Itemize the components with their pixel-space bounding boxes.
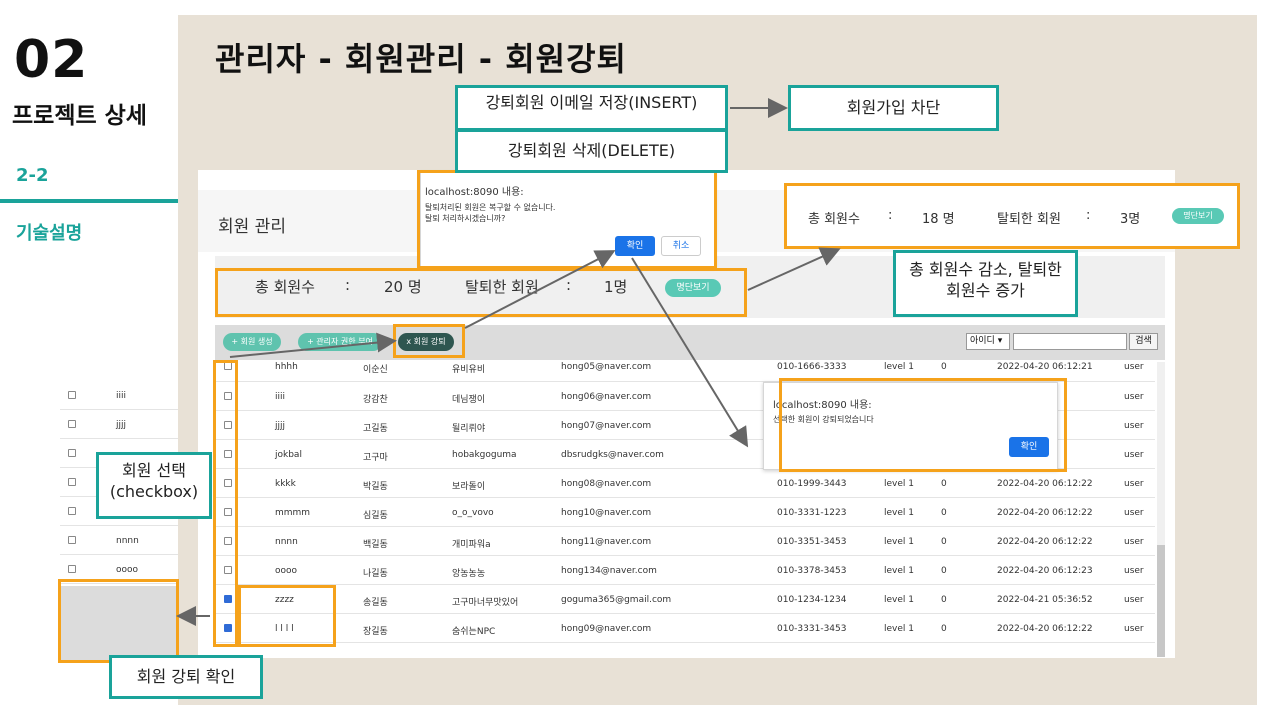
arrow-stats-to-after [747,247,841,291]
arrow-checkbox-to-kick [229,332,397,358]
arrow-confirm-to-done [631,257,749,448]
connector-arrows [176,98,841,626]
arrow-kick-to-confirm [464,250,616,329]
